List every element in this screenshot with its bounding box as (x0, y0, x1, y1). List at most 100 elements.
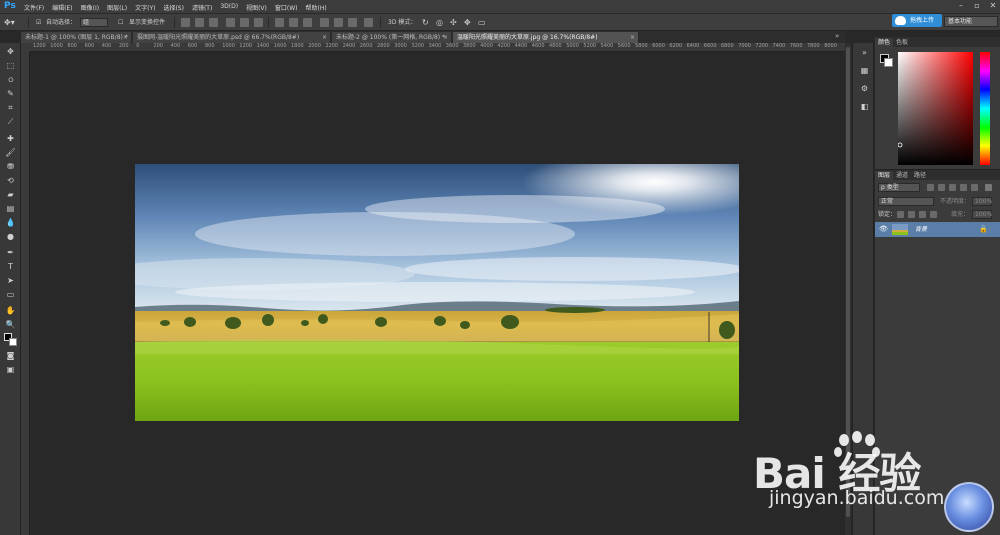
menu-3d[interactable]: 3D(D) (220, 3, 238, 12)
filter-toggle-icon[interactable] (985, 184, 992, 191)
vertical-ruler[interactable] (21, 52, 30, 535)
menu-help[interactable]: 帮助(H) (306, 3, 327, 12)
background-color-swatch[interactable] (884, 58, 893, 67)
pen-tool-icon[interactable]: ✒ (4, 247, 17, 258)
lock-position-icon[interactable] (919, 211, 926, 218)
meadow-photo[interactable] (135, 164, 739, 421)
align-right-icon[interactable] (254, 18, 263, 27)
tab-paths[interactable]: 路径 (911, 171, 929, 180)
transform-controls-checkbox[interactable]: ☐ (118, 17, 123, 28)
kind-filter-dropdown[interactable]: p 类型 (878, 183, 920, 192)
menu-select[interactable]: 选择(S) (163, 3, 184, 12)
hue-slider[interactable] (980, 52, 990, 165)
opacity-field[interactable]: 100% (972, 197, 992, 206)
align-left-icon[interactable] (226, 18, 235, 27)
auto-align-icon[interactable] (364, 18, 373, 27)
menu-view[interactable]: 视图(V) (246, 3, 267, 12)
distribute-vcenter-icon[interactable] (289, 18, 298, 27)
background-color-swatch[interactable] (9, 338, 17, 346)
menu-window[interactable]: 窗口(W) (275, 3, 298, 12)
visibility-eye-icon[interactable]: 👁 (879, 224, 888, 235)
distribute-top-icon[interactable] (275, 18, 284, 27)
workspace-dropdown[interactable]: 基本功能 (944, 16, 998, 27)
close-tab-icon[interactable]: × (630, 32, 635, 43)
menu-type[interactable]: 文字(Y) (135, 3, 155, 12)
move-tool-icon[interactable]: ✥ (4, 46, 17, 57)
quick-mask-icon[interactable]: ◙ (4, 350, 17, 361)
3d-slide-icon[interactable]: ✥ (464, 17, 471, 28)
screen-mode-icon[interactable]: ▣ (4, 364, 17, 375)
close-tab-icon[interactable]: × (322, 32, 327, 43)
tab-layers[interactable]: 图层 (875, 171, 894, 180)
layer-row-background[interactable]: 👁 背景 🔒 (875, 222, 1000, 237)
distribute-bottom-icon[interactable] (303, 18, 312, 27)
horizontal-ruler[interactable]: 1200 1000 800 600 400 200 0 200 400 600 800 1000 120… (30, 43, 845, 52)
clone-stamp-tool-icon[interactable]: ⛃ (4, 161, 17, 172)
distribute-right-icon[interactable] (348, 18, 357, 27)
close-icon[interactable]: ✕ (986, 1, 1000, 11)
tab-document-4[interactable]: 温暖阳光照耀美丽的大草原.jpg @ 16.7%(RGB/8#) × (453, 32, 639, 43)
marquee-tool-icon[interactable]: ⬚ (4, 60, 17, 71)
color-picker-field[interactable] (897, 52, 973, 165)
brush-tool-icon[interactable]: 🖌 (4, 147, 17, 158)
eyedropper-tool-icon[interactable]: ⟋ (4, 116, 17, 127)
type-tool-icon[interactable]: T (4, 261, 17, 272)
crop-tool-icon[interactable]: ⌗ (4, 102, 17, 113)
filter-type-icon[interactable] (949, 184, 956, 191)
gradient-tool-icon[interactable]: ▤ (4, 203, 17, 214)
rectangle-tool-icon[interactable]: ▭ (4, 289, 17, 300)
history-panel-icon[interactable]: ▦ (859, 65, 870, 76)
move-tool-icon[interactable]: ✥▾ (4, 17, 15, 28)
drag-upload-button[interactable]: 拖拽上传 (892, 14, 942, 27)
menu-image[interactable]: 图像(I) (81, 3, 99, 12)
tab-document-1[interactable]: 未标题-1 @ 100% (图层 1, RGB/8) * × (21, 32, 132, 43)
path-select-tool-icon[interactable]: ➤ (4, 275, 17, 286)
tab-color[interactable]: 颜色 (875, 38, 894, 47)
3d-roll-icon[interactable]: ◎ (436, 17, 443, 28)
hand-tool-icon[interactable]: ✋ (4, 305, 17, 316)
fill-field[interactable]: 100% (972, 210, 992, 219)
menu-file[interactable]: 文件(F) (24, 3, 44, 12)
quick-select-tool-icon[interactable]: ✎ (4, 88, 17, 99)
distribute-left-icon[interactable] (320, 18, 329, 27)
align-vcenter-icon[interactable] (195, 18, 204, 27)
auto-select-dropdown[interactable]: 组 (80, 18, 108, 27)
styles-panel-icon[interactable]: ◧ (859, 101, 870, 112)
maximize-icon[interactable]: ▫ (970, 1, 984, 11)
auto-select-checkbox[interactable]: ☑ (36, 17, 41, 28)
lock-all-icon[interactable] (930, 211, 937, 218)
close-tab-icon[interactable]: × (123, 32, 128, 43)
filter-pixel-icon[interactable] (927, 184, 934, 191)
dodge-tool-icon[interactable]: ● (4, 231, 17, 242)
tabs-overflow-icon[interactable]: » (835, 32, 839, 40)
menu-edit[interactable]: 编辑(E) (52, 3, 72, 12)
distribute-hcenter-icon[interactable] (334, 18, 343, 27)
healing-brush-tool-icon[interactable]: ✚ (4, 133, 17, 144)
3d-rotate-icon[interactable]: ↻ (422, 17, 429, 28)
collapse-panels-icon[interactable]: » (859, 47, 870, 58)
tab-document-2[interactable]: 摄图网-温暖阳光照耀美丽的大草原.psd @ 66.7%(RGB/8#) × (133, 32, 331, 43)
3d-scale-icon[interactable]: ▭ (478, 17, 486, 28)
close-tab-icon[interactable]: × (443, 32, 448, 43)
lasso-tool-icon[interactable]: ഠ (4, 74, 17, 85)
3d-pan-icon[interactable]: ✣ (450, 17, 457, 28)
blur-tool-icon[interactable]: 💧 (4, 217, 17, 228)
zoom-tool-icon[interactable]: 🔍 (4, 319, 17, 330)
align-bottom-icon[interactable] (209, 18, 218, 27)
filter-adjustment-icon[interactable] (938, 184, 945, 191)
menu-layer[interactable]: 图层(L) (107, 3, 127, 12)
align-top-icon[interactable] (181, 18, 190, 27)
tab-swatches[interactable]: 色板 (893, 38, 911, 47)
history-brush-tool-icon[interactable]: ⟲ (4, 175, 17, 186)
filter-smart-object-icon[interactable] (971, 184, 978, 191)
layer-name[interactable]: 背景 (915, 222, 927, 237)
tab-channels[interactable]: 通道 (893, 171, 911, 180)
lock-image-icon[interactable] (908, 211, 915, 218)
tab-document-3[interactable]: 未标题-2 @ 100% (第一网格, RGB/8) * × (332, 32, 452, 43)
lock-transparent-icon[interactable] (897, 211, 904, 218)
align-hcenter-icon[interactable] (240, 18, 249, 27)
eraser-tool-icon[interactable]: ▰ (4, 189, 17, 200)
minimize-icon[interactable]: – (954, 1, 968, 11)
properties-panel-icon[interactable]: ⚙ (859, 83, 870, 94)
blend-mode-dropdown[interactable]: 正常 (878, 197, 934, 206)
